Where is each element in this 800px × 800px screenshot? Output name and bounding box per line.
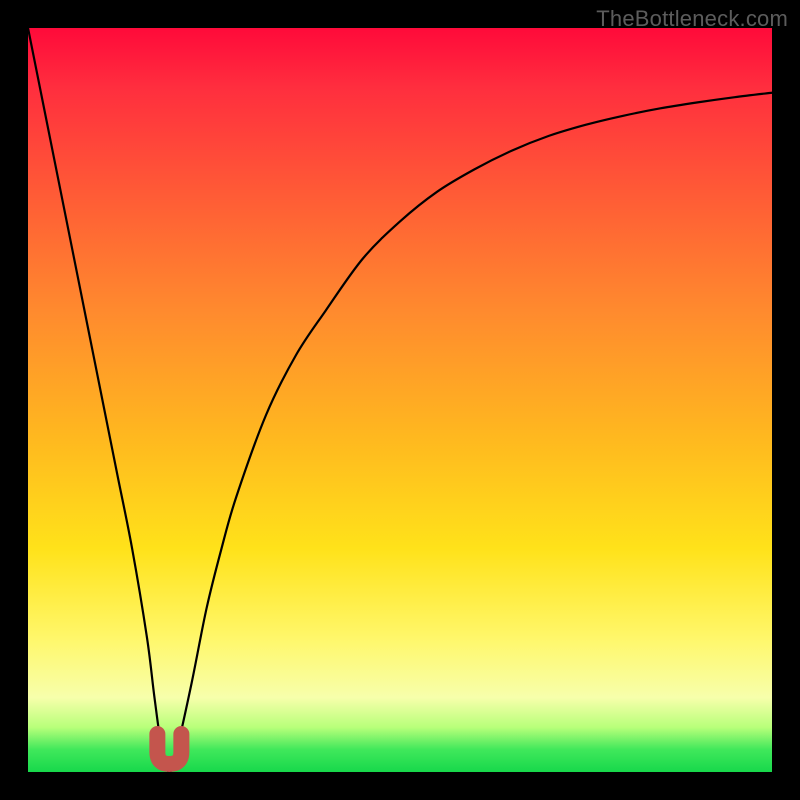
chart-frame: TheBottleneck.com [0, 0, 800, 800]
watermark-label: TheBottleneck.com [596, 6, 788, 32]
plot-area [28, 28, 772, 772]
optimum-marker-icon [157, 734, 181, 764]
bottleneck-curve [28, 28, 772, 772]
curve-layer [28, 28, 772, 772]
